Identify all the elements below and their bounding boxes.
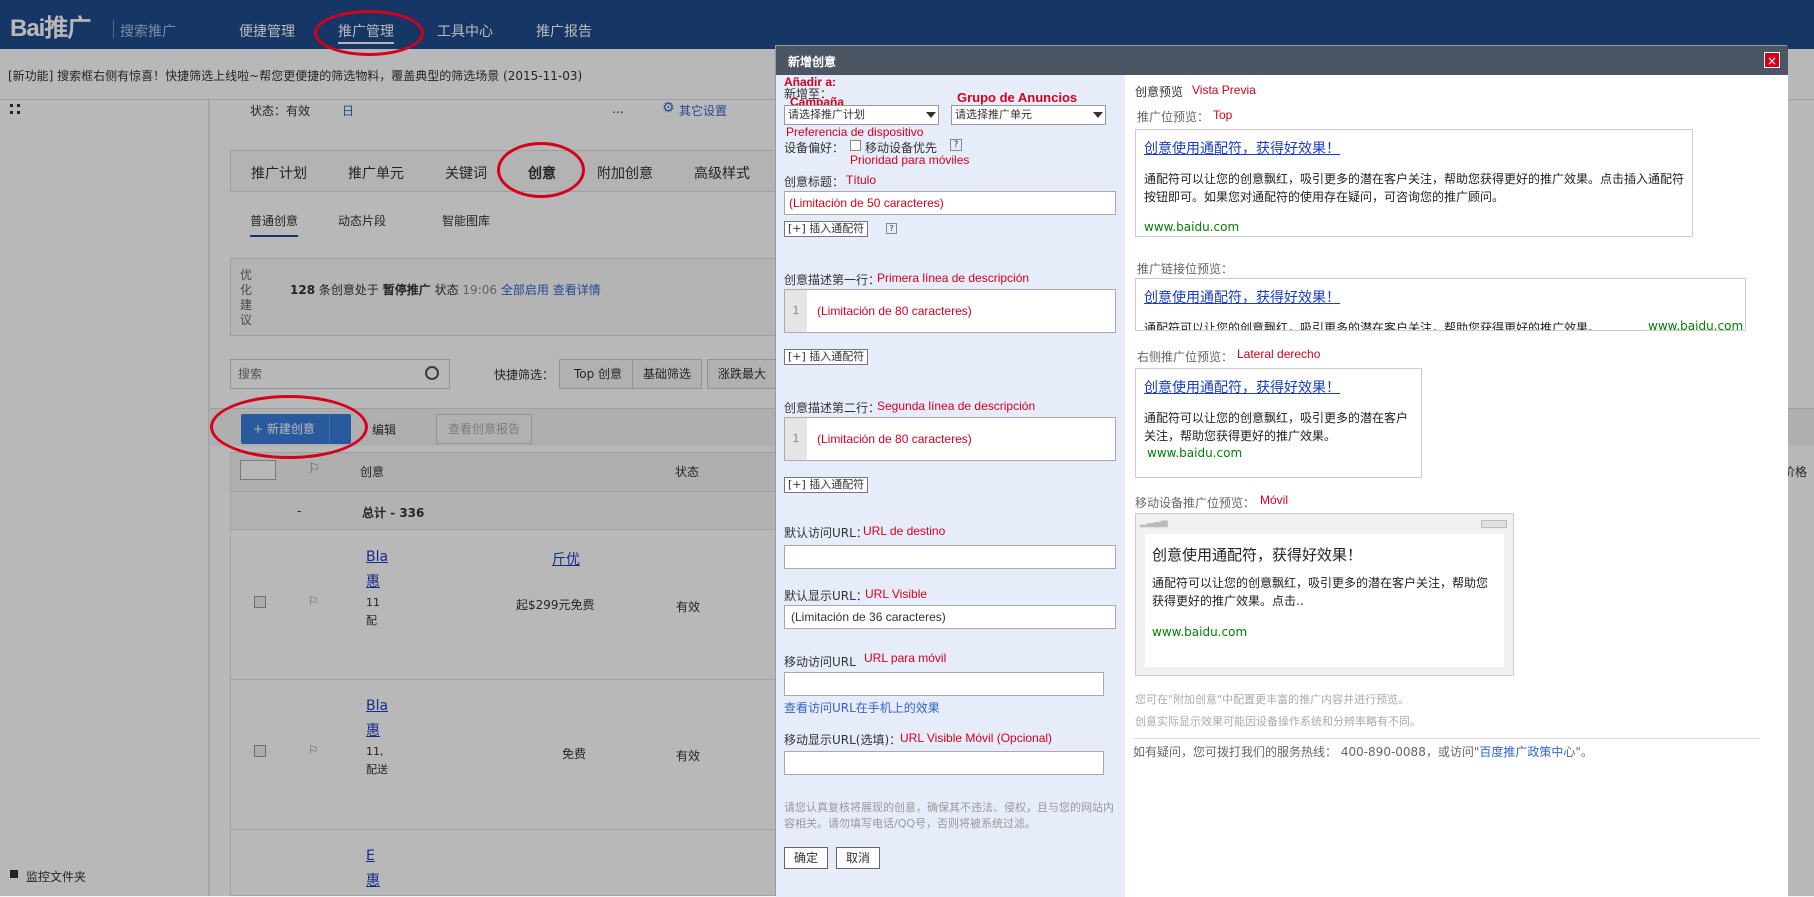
form-pane: Añadir a: 新增至： Campaña Grupo de Anuncios… xyxy=(776,75,1125,897)
line-number: 1 xyxy=(785,418,807,460)
ad-description: 通配符可以让您的创意飘红，吸引更多的潜在客户关注，帮助您获得更好的推广效果。点击… xyxy=(1144,172,1685,204)
unit-select[interactable]: 请选择推广单元 xyxy=(951,105,1106,125)
desc1-label: 创意描述第一行： xyxy=(784,273,881,287)
preview-heading: 创意预览 xyxy=(1135,85,1184,99)
mobile-preview-annotation: Móvil xyxy=(1260,493,1289,507)
ad-url: www.baidu.com xyxy=(1147,446,1243,460)
ad-title-link[interactable]: 创意使用通配符，获得好效果！ xyxy=(1152,544,1362,565)
url-field[interactable] xyxy=(784,545,1116,569)
campaign-select-value: 请选择推广计划 xyxy=(788,108,865,121)
help-icon[interactable]: ? xyxy=(950,139,962,151)
preview-note-1: 您可在"附加创意"中配置更丰富的推广内容并进行预览。 xyxy=(1135,693,1410,706)
ad-url: www.baidu.com xyxy=(1152,625,1248,639)
unit-select-value: 请选择推广单元 xyxy=(955,108,1032,121)
dialog-title: 新增创意 xyxy=(788,55,837,69)
desc2-annotation: Segunda línea de descripción xyxy=(877,399,1036,413)
footer-text: 如有疑问，您可拨打我们的服务热线： 400-890-0088，或访问"百度推广政… xyxy=(1133,743,1593,760)
url-annotation: URL de destino xyxy=(863,524,946,538)
group-annotation: Grupo de Anuncios xyxy=(957,90,1078,105)
title-label: 创意标题： xyxy=(784,175,845,189)
desc1-field[interactable]: 1 (Limitación de 80 caracteres) xyxy=(784,289,1116,333)
ad-url: www.baidu.com xyxy=(1144,220,1240,234)
insert-wildcard-button[interactable]: [+] 插入通配符 xyxy=(784,477,869,493)
new-creative-dialog: 新增创意 × Añadir a: 新增至： Campaña Grupo de A… xyxy=(775,45,1788,897)
mobile-priority-annotation: Prioridad para móviles xyxy=(850,153,970,167)
disclaimer-text: 请您认真复核将展现的创意，确保其不违法、侵权，且与您的网站内容相关。请勿填写电话… xyxy=(784,801,1114,830)
mobile-url-field[interactable] xyxy=(784,672,1104,696)
display-url-field[interactable]: (Limitación de 36 caracteres) xyxy=(784,605,1116,629)
desc1-field-value: (Limitación de 80 caracteres) xyxy=(817,304,972,318)
cancel-button[interactable]: 取消 xyxy=(836,847,880,869)
ad-title-link[interactable]: 创意使用通配符，获得好效果！ xyxy=(1144,287,1340,307)
ad-url: www.baidu.com xyxy=(1648,319,1744,331)
preview-note-2: 创意实际显示效果可能因设备操作系统和分辨率略有不同。 xyxy=(1135,715,1421,728)
mobile-display-annotation: URL Visible Móvil (Opcional) xyxy=(900,731,1053,745)
ad-description: 通配符可以让您的创意飘红，吸引更多的潜在客户关注，帮助您获得更好的推广效果。 xyxy=(1144,321,1601,331)
signal-icon: ▂▃▄▅ xyxy=(1140,518,1168,528)
insert-wildcard-label: 插入通配符 xyxy=(809,478,865,491)
mobile-url-preview-link[interactable]: 查看访问URL在手机上的效果 xyxy=(784,699,940,716)
top-preview-annotation: Top xyxy=(1213,108,1233,122)
highlight-ellipse-new-button xyxy=(210,395,368,459)
highlight-ellipse-nav xyxy=(314,10,424,56)
desc1-annotation: Primera línea de descripción xyxy=(877,271,1030,285)
policy-center-link[interactable]: 百度推广政策中心 xyxy=(1479,745,1575,759)
ad-title-link[interactable]: 创意使用通配符，获得好效果！ xyxy=(1144,138,1340,158)
insert-wildcard-button[interactable]: [+] 插入通配符 xyxy=(784,349,869,365)
link-preview-box: 创意使用通配符，获得好效果！ 通配符可以让您的创意飘红，吸引更多的潜在客户关注，… xyxy=(1135,278,1746,331)
title-field[interactable]: (Limitación de 50 caracteres) xyxy=(784,191,1116,215)
top-preview-box: 创意使用通配符，获得好效果！ 通配符可以让您的创意飘红，吸引更多的潜在客户关注，… xyxy=(1135,129,1693,237)
ad-title-link[interactable]: 创意使用通配符，获得好效果！ xyxy=(1144,377,1340,397)
highlight-ellipse-tab xyxy=(497,142,585,198)
battery-icon xyxy=(1481,520,1507,528)
close-icon[interactable]: × xyxy=(1764,52,1780,68)
dialog-title-bar: 新增创意 xyxy=(776,46,1788,75)
campaign-select[interactable]: 请选择推广计划 xyxy=(784,105,939,125)
device-label: 设备偏好： xyxy=(784,141,845,155)
link-preview-label: 推广链接位预览： xyxy=(1137,262,1234,276)
desc2-label: 创意描述第二行： xyxy=(784,401,881,415)
mobile-url-annotation: URL para móvil xyxy=(864,651,947,665)
desc2-field-value: (Limitación de 80 caracteres) xyxy=(817,432,972,446)
mobile-display-field[interactable] xyxy=(784,751,1104,775)
chevron-down-icon xyxy=(926,112,936,118)
footer-text-end: "。 xyxy=(1575,745,1593,759)
divider xyxy=(1133,738,1760,739)
mobile-preview-label: 移动设备推广位预览： xyxy=(1135,496,1256,510)
mobile-url-label: 移动访问URL xyxy=(784,655,856,669)
preview-pane: 创意预览 Vista Previa 推广位预览： Top 创意使用通配符，获得好… xyxy=(1125,75,1788,897)
line-number: 1 xyxy=(785,290,807,332)
preview-heading-annotation: Vista Previa xyxy=(1192,83,1256,97)
ad-description: 通配符可以让您的创意飘红，吸引更多的潜在客户关注，帮助您获得更好的推广效果。 xyxy=(1144,411,1409,443)
display-url-value: (Limitación de 36 caracteres) xyxy=(791,610,946,624)
mobile-priority-checkbox[interactable] xyxy=(850,140,861,151)
right-preview-box: 创意使用通配符，获得好效果！ 通配符可以让您的创意飘红，吸引更多的潜在客户关注，… xyxy=(1135,368,1422,478)
top-preview-label: 推广位预览： xyxy=(1137,110,1210,124)
right-preview-label: 右侧推广位预览： xyxy=(1137,350,1234,364)
url-label: 默认访问URL： xyxy=(784,526,868,540)
title-annotation: Título xyxy=(846,173,877,187)
footer-text-main: 如有疑问，您可拨打我们的服务热线： 400-890-0088，或访问" xyxy=(1133,745,1480,759)
mobile-preview-frame: ▂▃▄▅ 创意使用通配符，获得好效果！ 通配符可以让您的创意飘红，吸引更多的潜在… xyxy=(1135,513,1514,676)
mobile-ad-card: 创意使用通配符，获得好效果！ 通配符可以让您的创意飘红，吸引更多的潜在客户关注，… xyxy=(1145,534,1504,667)
confirm-button[interactable]: 确定 xyxy=(784,847,828,869)
device-annotation: Preferencia de dispositivo xyxy=(786,125,924,139)
ad-description: 通配符可以让您的创意飘红，吸引更多的潜在客户关注，帮助您获得更好的推广效果。点击… xyxy=(1152,576,1489,608)
desc2-field[interactable]: 1 (Limitación de 80 caracteres) xyxy=(784,417,1116,461)
title-field-value: (Limitación de 50 caracteres) xyxy=(789,196,944,210)
chevron-down-icon xyxy=(1093,112,1103,118)
insert-wildcard-button[interactable]: [+] 插入通配符 xyxy=(784,221,869,237)
right-preview-annotation: Lateral derecho xyxy=(1237,347,1321,361)
display-url-annotation: URL Visible xyxy=(865,587,928,601)
insert-wildcard-label: 插入通配符 xyxy=(809,222,865,235)
insert-wildcard-label: 插入通配符 xyxy=(809,350,865,363)
display-url-label: 默认显示URL： xyxy=(784,589,868,603)
mobile-display-label: 移动显示URL(选填)： xyxy=(784,733,902,747)
help-icon[interactable]: ? xyxy=(886,223,897,234)
